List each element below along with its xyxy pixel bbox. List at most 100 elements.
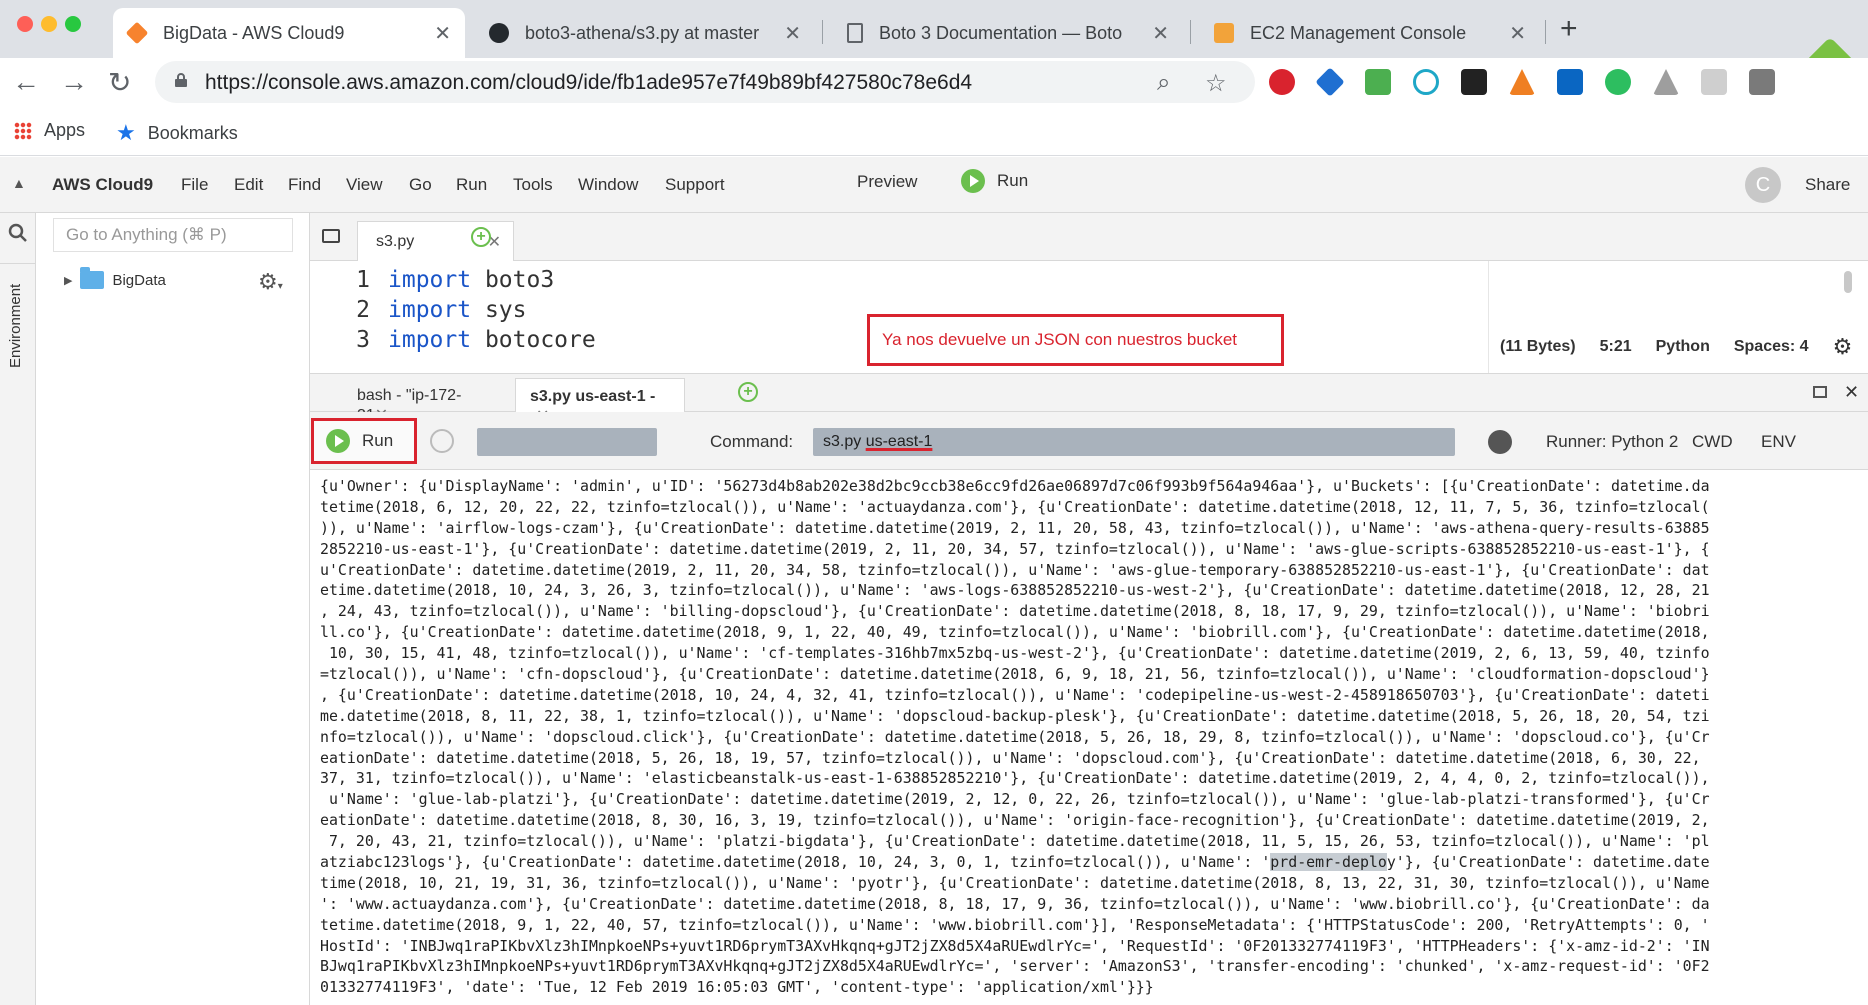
tab-s3py[interactable]: s3.py ✕: [357, 221, 514, 261]
environment-tab[interactable]: Environment: [7, 284, 24, 368]
close-tab-icon[interactable]: ✕: [784, 21, 801, 46]
apps-label: Apps: [44, 120, 86, 140]
add-terminal-icon[interactable]: +: [738, 382, 758, 402]
share-button[interactable]: Share: [1805, 175, 1850, 195]
file-tree-panel: Go to Anything (⌘ P) ▶ BigData ⚙▾: [36, 213, 310, 1005]
maximize-panel-icon[interactable]: [1813, 386, 1827, 398]
output-line: =tzlocal()), u'Name': 'cfn-dopscloud'}, …: [320, 665, 1710, 684]
linkedin-icon[interactable]: [1557, 69, 1583, 95]
mail-extension-icon[interactable]: [1365, 69, 1391, 95]
collapse-caret-icon[interactable]: ▲: [12, 175, 26, 191]
close-panel-icon[interactable]: ✕: [1844, 382, 1859, 403]
tab-s3py-runner[interactable]: s3.py us-east-1 - ✕: [515, 378, 685, 425]
menu-edit[interactable]: Edit: [234, 175, 263, 195]
apps-bookmark[interactable]: Apps: [14, 120, 85, 141]
run-config-field[interactable]: [477, 428, 657, 456]
browser-tab-boto3-docs[interactable]: Boto 3 Documentation — Boto ✕: [833, 8, 1183, 58]
star-icon: ★: [116, 120, 136, 145]
runner-output[interactable]: {u'Owner': {u'DisplayName': 'admin', u'I…: [320, 476, 1840, 996]
output-line: ': 'www.actuaydanza.com'}, {u'CreationDa…: [320, 894, 1710, 913]
menu-view[interactable]: View: [346, 175, 383, 195]
menu-go[interactable]: Go: [409, 175, 432, 195]
tab-label: s3.py us-east-1 -: [530, 388, 656, 405]
bookmark-star-icon[interactable]: ☆: [1205, 69, 1227, 98]
folder-icon: [80, 267, 105, 289]
tab-divider: [1190, 20, 1191, 44]
line-number: 2: [356, 297, 370, 323]
close-tab-icon[interactable]: ✕: [1509, 21, 1526, 46]
runner-select[interactable]: Runner: Python 2: [1546, 432, 1678, 452]
menu-find[interactable]: Find: [288, 175, 321, 195]
go-to-anything-input[interactable]: Go to Anything (⌘ P): [53, 218, 293, 252]
add-tab-icon[interactable]: +: [471, 227, 491, 247]
ide-menu-bar: ▲ AWS Cloud9 File Edit Find View Go Run …: [0, 157, 1868, 213]
env-button[interactable]: ENV: [1761, 432, 1796, 452]
maximize-window-button[interactable]: [65, 16, 81, 32]
output-line: , 24, 43, tzinfo=tzlocal()), u'Name': 'b…: [320, 602, 1710, 621]
language-mode[interactable]: Python: [1656, 338, 1710, 360]
menu-run[interactable]: Run: [456, 175, 487, 195]
browser-tab-ec2[interactable]: EC2 Management Console ✕: [1200, 8, 1540, 58]
editor-scrollbar[interactable]: [1844, 271, 1852, 293]
expand-arrow-icon[interactable]: ▶: [64, 274, 72, 287]
tree-item-bigdata[interactable]: ▶ BigData: [64, 267, 166, 289]
k-extension-icon[interactable]: [1461, 69, 1487, 95]
command-input[interactable]: s3.py us-east-1: [813, 428, 1455, 456]
output-line: u'Name': 'glue-lab-platzi'}, {u'Creation…: [320, 790, 1710, 809]
gear-icon[interactable]: ⚙▾: [258, 269, 283, 295]
output-line: , {u'CreationDate': datetime.datetime(20…: [320, 685, 1710, 704]
file-size: (11 Bytes): [1500, 338, 1576, 355]
tab-title: BigData - AWS Cloud9: [163, 22, 345, 43]
evernote-icon[interactable]: [1605, 69, 1631, 95]
output-line: HostId': 'INBJwq1raPIKbvXlz3hIMnpkoeNPs+…: [320, 936, 1710, 955]
editor-tab-bar: s3.py ✕ +: [310, 213, 1868, 261]
command-argument: us-east-1: [865, 433, 933, 450]
minimize-window-button[interactable]: [41, 16, 57, 32]
tab-title: Boto 3 Documentation — Boto: [879, 22, 1123, 43]
bookmarks-folder[interactable]: ★ Bookmarks: [116, 120, 238, 146]
address-bar[interactable]: https://console.aws.amazon.com/cloud9/id…: [155, 61, 1255, 103]
tree-extension-icon[interactable]: [1701, 69, 1727, 95]
close-window-button[interactable]: [17, 16, 33, 32]
cursor-position[interactable]: 5:21: [1600, 338, 1632, 360]
shield-extension-icon[interactable]: [1413, 69, 1439, 95]
search-icon[interactable]: [8, 223, 28, 243]
run-button[interactable]: Run: [961, 169, 1028, 193]
run-label: Run: [997, 171, 1029, 190]
browser-tab-github[interactable]: boto3-athena/s3.py at master ✕: [475, 8, 815, 58]
facebook-icon[interactable]: [1749, 69, 1775, 95]
tab-bash[interactable]: bash - "ip-172-31✕: [343, 378, 503, 424]
browser-tab-cloud9[interactable]: BigData - AWS Cloud9 ✕: [113, 8, 465, 58]
tab-list-icon[interactable]: [322, 229, 340, 243]
aws-cloud9-menu[interactable]: AWS Cloud9: [52, 175, 153, 195]
menu-file[interactable]: File: [181, 175, 208, 195]
menu-support[interactable]: Support: [665, 175, 725, 195]
output-line: 01332774119F3', 'date': 'Tue, 12 Feb 201…: [320, 978, 1154, 997]
code-text: sys: [471, 297, 527, 323]
code-line: import sys: [388, 297, 526, 323]
close-tab-icon[interactable]: ✕: [434, 21, 451, 46]
back-arrow-icon[interactable]: ←: [12, 66, 40, 98]
tab-divider: [1545, 20, 1546, 44]
preview-button[interactable]: Preview: [857, 172, 917, 192]
gear-icon[interactable]: ⚙: [1833, 334, 1853, 360]
zoom-search-icon[interactable]: ⌕: [1157, 69, 1170, 97]
runner-run-button[interactable]: Run: [311, 418, 417, 464]
indent-setting[interactable]: Spaces: 4: [1734, 338, 1809, 360]
new-tab-button[interactable]: +: [1560, 12, 1578, 46]
debug-bug-icon[interactable]: [1488, 430, 1512, 454]
drive-extension-icon[interactable]: [1653, 69, 1679, 95]
avatar[interactable]: C: [1745, 167, 1781, 203]
menu-tools[interactable]: Tools: [513, 175, 553, 195]
restart-icon[interactable]: [430, 429, 454, 453]
opera-extension-icon[interactable]: [1269, 69, 1295, 95]
menu-window[interactable]: Window: [578, 175, 638, 195]
tab-title: boto3-athena/s3.py at master: [525, 22, 760, 43]
triangle-extension-icon[interactable]: [1509, 69, 1535, 95]
reload-icon[interactable]: ↻: [108, 66, 131, 99]
cwd-button[interactable]: CWD: [1692, 432, 1733, 452]
forward-arrow-icon[interactable]: →: [60, 66, 88, 98]
diamond-extension-icon[interactable]: [1315, 67, 1345, 97]
output-line: eationDate': datetime.datetime(2018, 8, …: [320, 811, 1710, 830]
close-tab-icon[interactable]: ✕: [1152, 21, 1169, 46]
